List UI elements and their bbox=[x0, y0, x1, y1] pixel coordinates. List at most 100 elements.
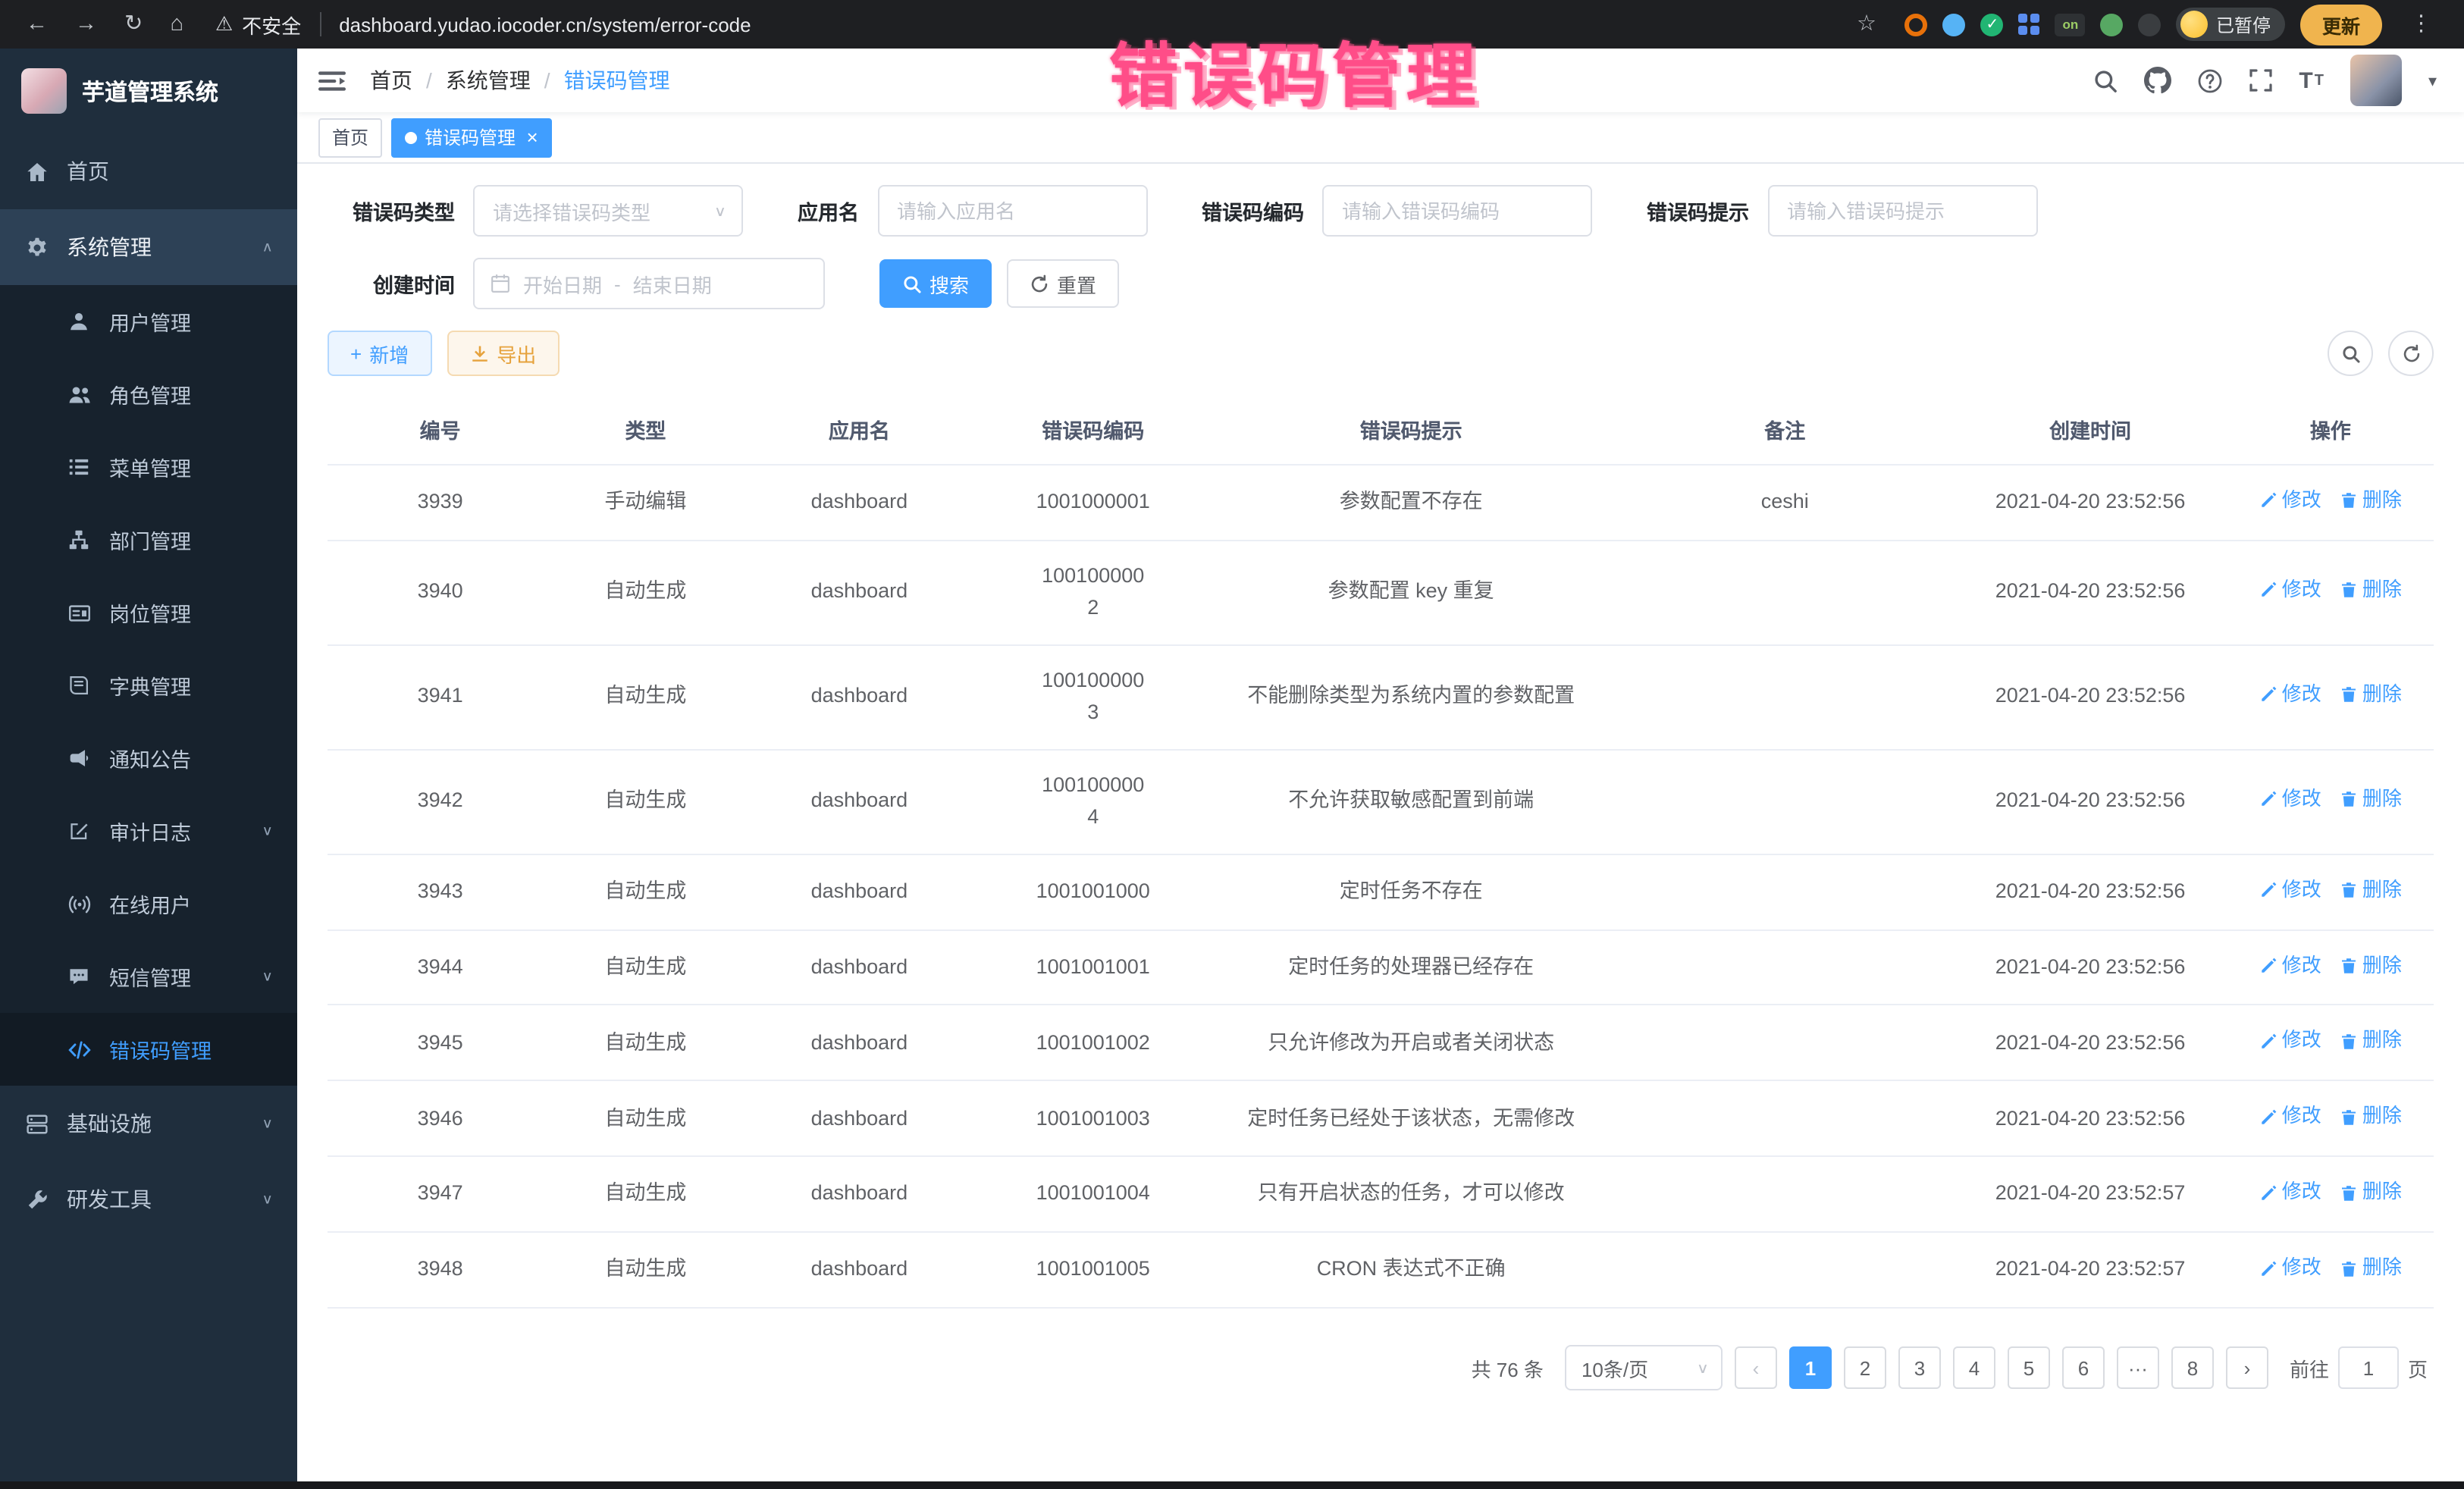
edit-button[interactable]: 修改 bbox=[2259, 874, 2321, 904]
font-size-icon[interactable]: TT bbox=[2299, 67, 2325, 93]
next-page-button[interactable]: › bbox=[2226, 1347, 2268, 1390]
github-icon[interactable] bbox=[2144, 67, 2171, 94]
cell-id: 3944 bbox=[328, 929, 553, 1005]
error-code-input[interactable] bbox=[1322, 185, 1592, 237]
error-msg-input[interactable] bbox=[1767, 185, 2037, 237]
user-avatar[interactable] bbox=[2351, 55, 2403, 106]
breadcrumb-system[interactable]: 系统管理 bbox=[446, 65, 531, 96]
export-button[interactable]: 导出 bbox=[447, 331, 559, 376]
delete-button[interactable]: 删除 bbox=[2340, 485, 2402, 516]
reload-icon[interactable]: ↻ bbox=[111, 0, 156, 49]
date-range-picker[interactable]: 开始日期 - 结束日期 bbox=[473, 258, 825, 309]
extension-icon[interactable]: ✓ bbox=[1981, 13, 2004, 36]
profile-paused-badge[interactable]: 已暂停 bbox=[2177, 8, 2286, 41]
page-button-4[interactable]: 4 bbox=[1953, 1347, 1995, 1390]
search-button[interactable]: 搜索 bbox=[879, 259, 992, 308]
tag-首页[interactable]: 首页 bbox=[318, 118, 382, 157]
cell-remark: ceshi bbox=[1616, 465, 1953, 541]
hamburger-icon[interactable] bbox=[318, 69, 346, 92]
url-text[interactable]: dashboard.yudao.iocoder.cn/system/error-… bbox=[339, 13, 751, 36]
edit-button[interactable]: 修改 bbox=[2259, 1026, 2321, 1056]
update-button[interactable]: 更新 bbox=[2301, 4, 2381, 45]
tag-错误码管理[interactable]: 错误码管理× bbox=[391, 118, 551, 157]
extension-icon[interactable] bbox=[2101, 13, 2124, 36]
help-icon[interactable] bbox=[2197, 67, 2223, 93]
app-logo[interactable]: 芋道管理系统 bbox=[0, 49, 297, 133]
page-button-6[interactable]: 6 bbox=[2062, 1347, 2105, 1390]
menu-dots-icon[interactable]: ⋮ bbox=[2397, 0, 2446, 49]
search-icon bbox=[902, 274, 922, 293]
sidebar-item-notice[interactable]: 通知公告 bbox=[0, 722, 297, 795]
sidebar-item-system[interactable]: 系统管理∧ bbox=[0, 209, 297, 285]
browser-home-icon[interactable]: ⌂ bbox=[156, 0, 197, 49]
toggle-search-button[interactable] bbox=[2328, 331, 2373, 376]
sidebar-item-sms[interactable]: 短信管理∨ bbox=[0, 940, 297, 1013]
close-icon[interactable]: × bbox=[526, 127, 538, 147]
more-pages-button[interactable]: ··· bbox=[2117, 1347, 2159, 1390]
goto-page: 前往 页 bbox=[2290, 1347, 2428, 1390]
sidebar-item-online-user[interactable]: 在线用户 bbox=[0, 867, 297, 940]
delete-button[interactable]: 删除 bbox=[2340, 1253, 2402, 1284]
delete-button[interactable]: 删除 bbox=[2340, 784, 2402, 814]
page-button-1[interactable]: 1 bbox=[1789, 1347, 1832, 1390]
security-indicator[interactable]: ⚠ 不安全 bbox=[215, 10, 301, 39]
edit-button[interactable]: 修改 bbox=[2259, 784, 2321, 814]
sidebar-item-home[interactable]: 首页 bbox=[0, 133, 297, 209]
cell-created: 2021-04-20 23:52:56 bbox=[1954, 854, 2227, 929]
delete-button[interactable]: 删除 bbox=[2340, 1177, 2402, 1208]
prev-page-button[interactable]: ‹ bbox=[1735, 1347, 1777, 1390]
extension-icon[interactable] bbox=[1943, 13, 1966, 36]
page-button-8[interactable]: 8 bbox=[2171, 1347, 2214, 1390]
delete-button[interactable]: 删除 bbox=[2340, 874, 2402, 904]
sidebar-item-dev-tools[interactable]: 研发工具∨ bbox=[0, 1161, 297, 1237]
edit-button[interactable]: 修改 bbox=[2259, 1253, 2321, 1284]
sidebar-item-audit-log[interactable]: 审计日志∨ bbox=[0, 795, 297, 867]
search-icon bbox=[2340, 343, 2360, 363]
page-button-2[interactable]: 2 bbox=[1844, 1347, 1886, 1390]
sidebar-item-role[interactable]: 角色管理 bbox=[0, 358, 297, 431]
forward-icon[interactable]: → bbox=[61, 0, 111, 49]
cell-msg: 不允许获取敏感配置到前端 bbox=[1205, 749, 1616, 854]
app-name-input[interactable] bbox=[877, 185, 1147, 237]
sidebar-item-user[interactable]: 用户管理 bbox=[0, 285, 297, 358]
edit-button[interactable]: 修改 bbox=[2259, 950, 2321, 980]
reset-button[interactable]: 重置 bbox=[1007, 259, 1119, 308]
page-button-3[interactable]: 3 bbox=[1898, 1347, 1941, 1390]
edit-button[interactable]: 修改 bbox=[2259, 485, 2321, 516]
breadcrumb-home[interactable]: 首页 bbox=[370, 65, 412, 96]
extension-icon[interactable] bbox=[2019, 14, 2040, 35]
bookmark-star-icon[interactable]: ☆ bbox=[1843, 0, 1890, 49]
extension-icon[interactable] bbox=[1905, 13, 1928, 36]
sidebar-item-infra[interactable]: 基础设施∨ bbox=[0, 1086, 297, 1161]
error-type-select[interactable]: 请选择错误码类型 ∨ bbox=[473, 185, 743, 237]
delete-button[interactable]: 删除 bbox=[2340, 950, 2402, 980]
sidebar-item-menu[interactable]: 菜单管理 bbox=[0, 431, 297, 503]
page-button-5[interactable]: 5 bbox=[2008, 1347, 2050, 1390]
sidebar-item-dict[interactable]: 字典管理 bbox=[0, 649, 297, 722]
cell-msg: 定时任务不存在 bbox=[1205, 854, 1616, 929]
delete-button[interactable]: 删除 bbox=[2340, 1026, 2402, 1056]
delete-button[interactable]: 删除 bbox=[2340, 680, 2402, 710]
edit-button[interactable]: 修改 bbox=[2259, 680, 2321, 710]
back-icon[interactable]: ← bbox=[12, 0, 61, 49]
sidebar-item-dept[interactable]: 部门管理 bbox=[0, 503, 297, 576]
navbar: 首页 / 系统管理 / 错误码管理 TT ▾ bbox=[297, 49, 2464, 112]
search-icon[interactable] bbox=[2093, 67, 2118, 93]
pencil-icon bbox=[2259, 1032, 2277, 1050]
page-size-select[interactable]: 10条/页 ∨ bbox=[1565, 1346, 1723, 1391]
fullscreen-icon[interactable] bbox=[2249, 68, 2273, 92]
sidebar-item-post[interactable]: 岗位管理 bbox=[0, 576, 297, 649]
extension-icon[interactable]: on bbox=[2055, 13, 2086, 36]
chevron-down-icon[interactable]: ▾ bbox=[2428, 71, 2437, 90]
sidebar-item-error-code[interactable]: 错误码管理 bbox=[0, 1013, 297, 1086]
edit-button[interactable]: 修改 bbox=[2259, 1102, 2321, 1132]
delete-button[interactable]: 删除 bbox=[2340, 1102, 2402, 1132]
delete-button[interactable]: 删除 bbox=[2340, 575, 2402, 606]
edit-button[interactable]: 修改 bbox=[2259, 575, 2321, 606]
add-button[interactable]: + 新增 bbox=[328, 331, 431, 376]
refresh-table-button[interactable] bbox=[2388, 331, 2434, 376]
edit-button[interactable]: 修改 bbox=[2259, 1177, 2321, 1208]
extension-icon[interactable] bbox=[2139, 13, 2161, 36]
table-row: 3942自动生成dashboard1001000004不允许获取敏感配置到前端2… bbox=[328, 749, 2434, 854]
goto-page-input[interactable] bbox=[2338, 1347, 2399, 1390]
